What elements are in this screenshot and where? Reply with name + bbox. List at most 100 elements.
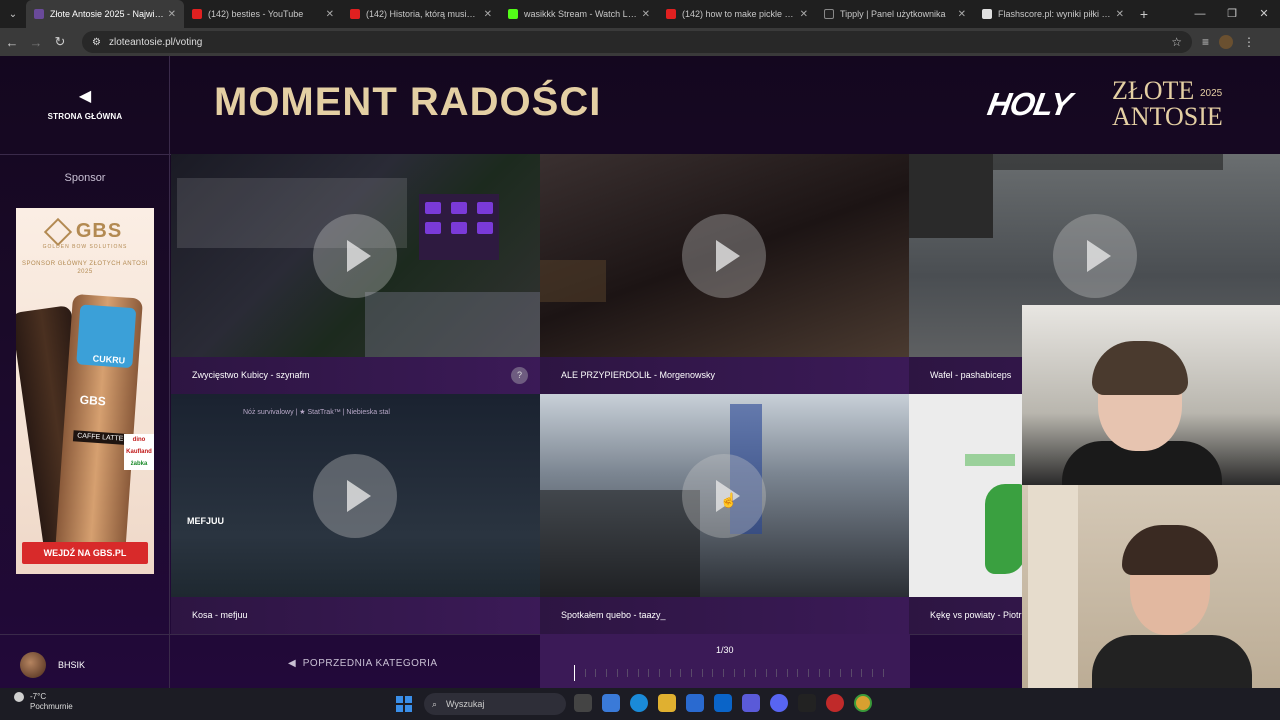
zlote-antosie-logo[interactable]: HOLY ZŁOTE ANTOSIE 2025	[985, 78, 1248, 138]
back-home-button[interactable]: ◀ STRONA GŁÓWNA	[0, 86, 170, 124]
pagination-tick[interactable]	[722, 669, 724, 677]
bookmark-star-icon[interactable]: ☆	[1171, 35, 1182, 49]
weather-widget[interactable]: -7°C Pochmurnie	[14, 692, 73, 712]
user-profile[interactable]: BHSIK	[20, 652, 85, 678]
play-icon[interactable]	[313, 454, 397, 538]
pagination-tick[interactable]	[691, 669, 693, 677]
close-tab-icon[interactable]: ✕	[958, 9, 966, 20]
close-tab-icon[interactable]: ✕	[168, 9, 176, 20]
window-controls: — ❐ ✕	[1184, 0, 1280, 28]
pagination-tick[interactable]	[584, 669, 586, 677]
pagination-tick[interactable]	[776, 669, 778, 677]
clip-card[interactable]: ALE PRZYPIERDOLIŁ - Morgenowsky	[540, 154, 909, 394]
chrome-icon[interactable]	[854, 694, 872, 712]
close-tab-icon[interactable]: ✕	[642, 9, 650, 20]
ad-subtitle: GOLDEN BOW SOLUTIONS	[42, 244, 128, 250]
url-field[interactable]: ⚙ zloteantosie.pl/voting ☆	[82, 31, 1192, 53]
site-info-icon[interactable]: ⚙	[92, 37, 101, 48]
outlook-icon[interactable]	[714, 694, 732, 712]
pagination-tick[interactable]	[595, 669, 597, 677]
pagination-tick[interactable]	[627, 669, 629, 677]
task-view-icon[interactable]	[574, 694, 592, 712]
copilot-icon[interactable]	[602, 694, 620, 712]
diamond-icon	[43, 217, 72, 246]
pagination-tick[interactable]	[733, 669, 735, 677]
play-icon[interactable]	[682, 214, 766, 298]
pagination-tick[interactable]	[574, 665, 575, 681]
reload-icon[interactable]: ↻	[48, 34, 72, 50]
pagination-tick[interactable]	[840, 669, 842, 677]
close-tab-icon[interactable]: ✕	[800, 9, 808, 20]
new-tab-button[interactable]: +	[1132, 6, 1156, 22]
teams-icon[interactable]	[742, 694, 760, 712]
pagination-tick[interactable]	[797, 669, 799, 677]
minimize-icon[interactable]: —	[1184, 0, 1216, 28]
pagination-tick[interactable]	[744, 669, 746, 677]
pagination-ticks[interactable]	[574, 665, 884, 681]
previous-category-button[interactable]: ◀ POPRZEDNIA KATEGORIA	[288, 658, 438, 669]
help-icon[interactable]: ?	[511, 367, 528, 384]
ad-cta-button[interactable]: WEJDŹ NA GBS.PL	[22, 542, 148, 564]
browser-tab[interactable]: Tipply | Panel użytkownika ✕	[816, 0, 974, 28]
pagination-tick[interactable]	[882, 669, 884, 677]
pagination-tick[interactable]	[648, 669, 650, 677]
back-icon[interactable]: ←	[0, 35, 24, 50]
tab-search-icon[interactable]: ⌄	[0, 9, 26, 20]
pagination-tick[interactable]	[712, 669, 714, 677]
pagination-tick[interactable]	[829, 669, 831, 677]
windows-start-icon[interactable]	[396, 696, 412, 712]
discord-icon[interactable]	[770, 694, 788, 712]
taskbar-search[interactable]: ⌕ Wyszukaj	[424, 693, 566, 715]
pagination-tick[interactable]	[669, 669, 671, 677]
thumbnail-detail	[909, 154, 993, 238]
pagination-tick[interactable]	[754, 669, 756, 677]
browser-tab[interactable]: wasikkk Stream - Watch Live o ✕	[500, 0, 658, 28]
pagination-tick[interactable]	[861, 669, 863, 677]
menu-icon[interactable]: ⋮	[1243, 35, 1255, 49]
pagination-tick[interactable]	[659, 669, 661, 677]
sponsor-label: Sponsor	[64, 172, 106, 184]
play-icon[interactable]	[1053, 214, 1137, 298]
close-tab-icon[interactable]: ✕	[1116, 9, 1124, 20]
capcut-icon[interactable]	[798, 694, 816, 712]
browser-tab[interactable]: (142) besties - YouTube ✕	[184, 0, 342, 28]
edge-icon[interactable]	[630, 694, 648, 712]
pagination-tick[interactable]	[850, 669, 852, 677]
app-icon[interactable]	[826, 694, 844, 712]
clip-card[interactable]: Nóż survivalowy | ★ StatTrak™ | Niebiesk…	[171, 394, 540, 634]
browser-tab[interactable]: (142) Historia, którą musisz zna ✕	[342, 0, 500, 28]
close-tab-icon[interactable]: ✕	[484, 9, 492, 20]
search-placeholder: Wyszukaj	[446, 699, 485, 709]
pagination-tick[interactable]	[701, 669, 703, 677]
pagination-tick[interactable]	[871, 669, 873, 677]
pagination-tick[interactable]	[616, 669, 618, 677]
browser-tab[interactable]: (142) how to make pickle peps ✕	[658, 0, 816, 28]
pagination-tick[interactable]	[786, 669, 788, 677]
pagination-tick[interactable]	[605, 669, 607, 677]
tab-title: (142) Historia, którą musisz zna	[366, 9, 480, 19]
sponsor-ad[interactable]: GBS GOLDEN BOW SOLUTIONS SPONSOR GŁÓWNY …	[16, 208, 154, 574]
file-explorer-icon[interactable]	[658, 694, 676, 712]
profile-avatar[interactable]	[1219, 35, 1234, 49]
browser-tab[interactable]: Złote Antosie 2025 - Największ ✕	[26, 0, 184, 28]
media-control-icon[interactable]: ≡	[1202, 35, 1209, 49]
mouse-cursor-icon: ☝	[720, 492, 738, 508]
pagination-tick[interactable]	[808, 669, 810, 677]
ad-sponsor-text: SPONSOR GŁÓWNY ZŁOTYCH ANTOSI 2025	[22, 261, 148, 275]
browser-tab[interactable]: Flashscore.pl: wyniki piłki nożn ✕	[974, 0, 1132, 28]
clip-card[interactable]: Spotkałem quebo - taazy_	[540, 394, 909, 634]
close-tab-icon[interactable]: ✕	[326, 9, 334, 20]
clip-card[interactable]: Zwycięstwo Kubicy - szynafm ?	[171, 154, 540, 394]
thumbnail-detail	[540, 260, 606, 302]
forward-icon[interactable]: →	[24, 35, 48, 50]
close-window-icon[interactable]: ✕	[1248, 0, 1280, 28]
pagination-tick[interactable]	[818, 669, 820, 677]
play-icon[interactable]	[313, 214, 397, 298]
maximize-icon[interactable]: ❐	[1216, 0, 1248, 28]
pagination-tick[interactable]	[637, 669, 639, 677]
avatar	[20, 652, 46, 678]
pagination-tick[interactable]	[765, 669, 767, 677]
store-icon[interactable]	[686, 694, 704, 712]
pagination-tick[interactable]	[680, 669, 682, 677]
clip-caption: Kosa - mefjuu	[171, 597, 540, 634]
